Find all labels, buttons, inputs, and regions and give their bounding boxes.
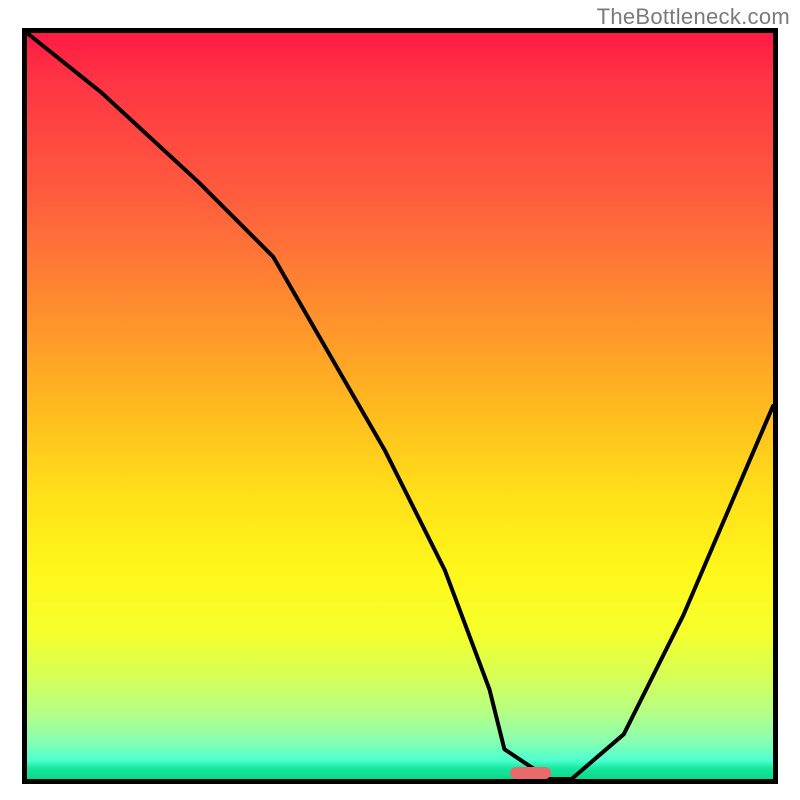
curve-svg	[27, 33, 773, 779]
plot-area	[22, 28, 778, 784]
watermark-text: TheBottleneck.com	[597, 4, 790, 30]
optimal-range-marker	[510, 767, 551, 779]
bottleneck-curve	[27, 33, 773, 779]
chart-container: TheBottleneck.com	[0, 0, 800, 800]
